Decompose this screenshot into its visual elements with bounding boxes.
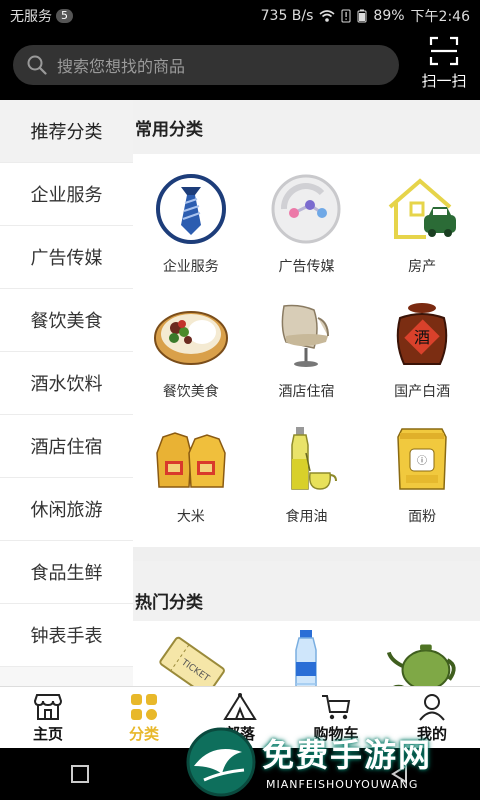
category-rice[interactable]: 大米: [133, 414, 249, 539]
liquor-jar-icon: 酒: [383, 295, 461, 373]
sidebar-item-watches[interactable]: 钟表手表: [0, 604, 133, 667]
sidebar-item-advertising[interactable]: 广告传媒: [0, 226, 133, 289]
carrier-text: 无服务: [10, 9, 52, 25]
flour-bag-icon: ⓘ: [383, 420, 461, 498]
recent-apps-button[interactable]: [70, 764, 90, 784]
hot-category-water[interactable]: [249, 621, 365, 686]
tab-tribe[interactable]: 部落: [192, 687, 288, 748]
chair-icon: [267, 295, 345, 373]
sidebar-item-label: 企业服务: [30, 185, 103, 206]
common-categories-grid: 企业服务 广告传媒 房产 餐饮美食 酒店住宿 酒 国产白酒 大米 食用油 ⓘ 面…: [133, 154, 480, 547]
scan-button[interactable]: 扫一扫: [416, 36, 472, 96]
rice-bag-icon: [152, 420, 230, 498]
ticket-icon: TICKET: [152, 627, 230, 686]
section-spacer: [133, 547, 480, 561]
category-enterprise-service[interactable]: 企业服务: [133, 164, 249, 289]
hot-category-tickets[interactable]: TICKET: [133, 621, 249, 686]
category-label: 大米: [176, 509, 205, 525]
sidebar-item-label: 酒店住宿: [30, 437, 103, 458]
search-input[interactable]: 搜索您想找的商品: [13, 45, 399, 85]
food-bowl-icon: [152, 295, 230, 373]
sidebar-item-label: 推荐分类: [30, 122, 103, 143]
tab-categories[interactable]: 分类: [96, 687, 192, 748]
category-dining[interactable]: 餐饮美食: [133, 289, 249, 414]
category-label: 酒店住宿: [278, 384, 335, 400]
network-speed: 735 B/s: [260, 8, 314, 24]
category-label: 餐饮美食: [162, 384, 219, 400]
house-car-icon: [383, 170, 461, 248]
sidebar-item-travel[interactable]: 休闲旅游: [0, 478, 133, 541]
status-bar: 无服务 5 735 B/s 89% 下午2:46: [0, 0, 480, 32]
header: 搜索您想找的商品 扫一扫: [0, 32, 480, 100]
back-button[interactable]: [390, 764, 410, 784]
category-content: 常用分类 企业服务 广告传媒 房产 餐饮美食 酒店住宿 酒 国产白酒 大米 食用…: [133, 100, 480, 686]
hot-categories-title: 热门分类: [133, 561, 480, 621]
battery-icon: [357, 9, 367, 23]
sidebar-item-label: 食品生鲜: [30, 563, 103, 584]
tab-label: 主页: [32, 725, 63, 743]
hot-categories-grid: TICKET: [133, 621, 480, 686]
sidebar-item-recommended[interactable]: 推荐分类: [0, 100, 133, 163]
search-icon: [27, 55, 47, 75]
tab-mine[interactable]: 我的: [384, 687, 480, 748]
category-label: 广告传媒: [278, 259, 335, 275]
category-flour[interactable]: ⓘ 面粉: [364, 414, 480, 539]
sidebar-item-label: 餐饮美食: [30, 311, 103, 332]
category-advertising[interactable]: 广告传媒: [249, 164, 365, 289]
svg-text:ⓘ: ⓘ: [417, 455, 427, 467]
category-cooking-oil[interactable]: 食用油: [249, 414, 365, 539]
tab-home[interactable]: 主页: [0, 687, 96, 748]
scan-icon: [429, 36, 459, 66]
cart-icon: [322, 695, 351, 720]
system-nav-bar: [0, 748, 480, 800]
wifi-icon: [319, 10, 335, 22]
search-placeholder: 搜索您想找的商品: [57, 57, 186, 76]
signal-alert-icon: [341, 9, 351, 23]
tab-label: 我的: [416, 725, 447, 743]
svg-text:酒: 酒: [414, 328, 430, 347]
category-label: 食用油: [285, 509, 328, 525]
category-real-estate[interactable]: 房产: [364, 164, 480, 289]
home-button[interactable]: [229, 763, 251, 785]
tab-cart[interactable]: 购物车: [288, 687, 384, 748]
category-label: 国产白酒: [394, 384, 451, 400]
category-sidebar: 推荐分类 企业服务 广告传媒 餐饮美食 酒水饮料 酒店住宿 休闲旅游 食品生鲜 …: [0, 100, 133, 686]
tie-icon: [152, 170, 230, 248]
scan-label: 扫一扫: [421, 72, 467, 90]
user-icon: [419, 694, 445, 721]
clock: 下午2:46: [410, 9, 470, 25]
tab-label: 分类: [128, 725, 159, 743]
sidebar-item-hotel[interactable]: 酒店住宿: [0, 415, 133, 478]
category-hotel[interactable]: 酒店住宿: [249, 289, 365, 414]
tab-label: 部落: [224, 725, 255, 743]
category-liquor[interactable]: 酒 国产白酒: [364, 289, 480, 414]
sidebar-item-label: 酒水饮料: [30, 374, 103, 395]
sidebar-item-label: 钟表手表: [30, 626, 103, 647]
shop-icon: [33, 694, 63, 720]
notification-count-badge: 5: [56, 9, 73, 23]
bottom-tab-bar: 主页 分类 部落 购物车 我的: [0, 686, 480, 748]
common-categories-title: 常用分类: [133, 100, 480, 154]
sidebar-item-dining[interactable]: 餐饮美食: [0, 289, 133, 352]
category-icon: [131, 694, 157, 720]
tab-label: 购物车: [313, 725, 359, 743]
sidebar-item-drinks[interactable]: 酒水饮料: [0, 352, 133, 415]
share-icon: [267, 170, 345, 248]
tent-icon: [223, 693, 257, 720]
sidebar-item-label: 广告传媒: [30, 248, 103, 269]
sidebar-item-fresh-food[interactable]: 食品生鲜: [0, 541, 133, 604]
sidebar-item-enterprise[interactable]: 企业服务: [0, 163, 133, 226]
category-label: 面粉: [408, 509, 437, 525]
battery-level: 89%: [373, 8, 405, 24]
sidebar-item-label: 休闲旅游: [30, 500, 103, 521]
hot-category-tea[interactable]: [364, 621, 480, 686]
teapot-icon: [383, 627, 461, 686]
category-label: 企业服务: [162, 259, 219, 275]
oil-bottle-icon: [267, 420, 345, 498]
water-bottle-icon: [267, 627, 345, 686]
category-label: 房产: [408, 259, 437, 275]
